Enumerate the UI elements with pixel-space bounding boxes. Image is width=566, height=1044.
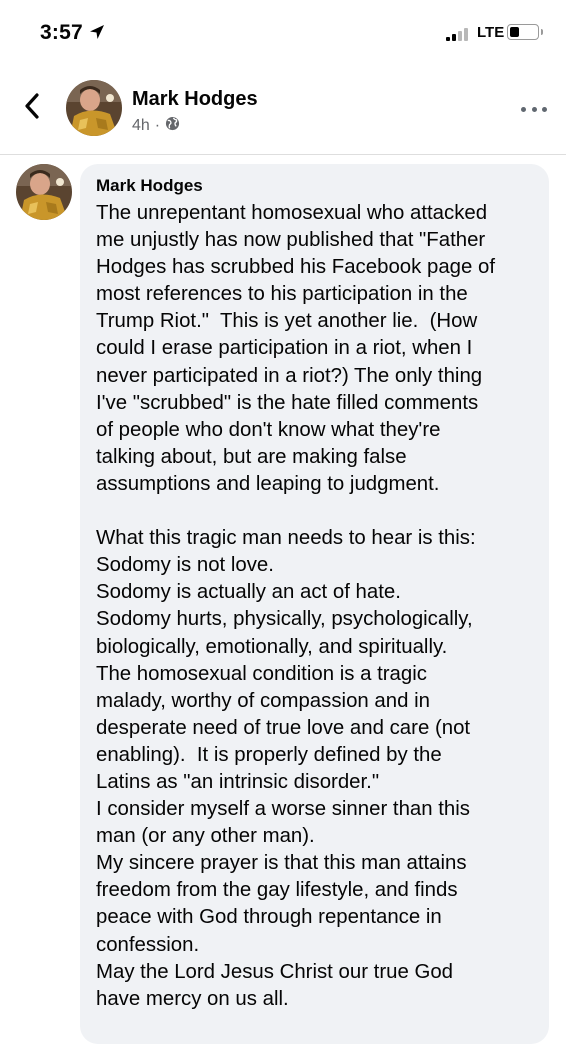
comment-line: most references to his participation in … — [96, 283, 468, 306]
comment-line: Trump Riot." This is yet another lie. (H… — [96, 310, 478, 333]
comment-line: confession. — [96, 933, 200, 956]
battery-icon — [507, 24, 543, 40]
globe-icon — [165, 116, 180, 136]
network-type: LTE — [477, 24, 505, 41]
post-meta: 4h · — [132, 116, 180, 136]
location-arrow-icon — [89, 24, 105, 45]
meta-separator: · — [154, 117, 161, 134]
status-bar: 3:57 LTE — [0, 0, 566, 62]
back-button[interactable] — [20, 92, 44, 124]
comment-line: Latins as "an intrinsic disorder." — [96, 770, 380, 793]
comment-line: Hodges has scrubbed his Facebook page of — [96, 256, 496, 279]
comment-line: My sincere prayer is that this man attai… — [96, 852, 467, 875]
comment-line: May the Lord Jesus Christ our true God — [96, 960, 453, 983]
comment-line: enabling). It is properly defined by the — [96, 743, 442, 766]
comment-text: The unrepentant homosexual who attacked m… — [96, 200, 541, 1013]
comment-line: assumptions and leaping to judgment. — [96, 472, 440, 495]
time-ago[interactable]: 4h — [132, 117, 150, 135]
more-options-button[interactable] — [521, 104, 547, 114]
comment-line: desperate need of true love and care (no… — [96, 716, 471, 739]
post-header: Mark Hodges 4h · — [0, 62, 566, 155]
comment-line: man (or any other man). — [96, 825, 315, 848]
comment-line: I consider myself a worse sinner than th… — [96, 798, 470, 821]
comment-line: malady, worthy of compassion and in — [96, 689, 430, 712]
comment-line: me unjustly has now published that "Fath… — [96, 229, 486, 252]
signal-icon — [446, 27, 476, 41]
comment-line: have mercy on us all. — [96, 987, 289, 1010]
comment-line: talking about, but are making false — [96, 445, 407, 468]
comment-line: The unrepentant homosexual who attacked — [96, 202, 488, 224]
comment-line: never participated in a riot?) The only … — [96, 364, 483, 387]
chevron-left-icon — [24, 92, 40, 124]
status-time: 3:57 — [40, 21, 83, 44]
comment-line — [96, 498, 541, 525]
comment-line: The homosexual condition is a tragic — [96, 662, 427, 685]
comment-bubble[interactable]: Mark Hodges The unrepentant homosexual w… — [80, 164, 549, 1044]
comment-line: peace with God through repentance in — [96, 906, 442, 929]
comment-line: of people who don't know what they're — [96, 418, 441, 441]
comment-line: Sodomy hurts, physically, psychologicall… — [96, 608, 473, 631]
comment-line: could I erase participation in a riot, w… — [96, 337, 473, 360]
comment-line: biologically, emotionally, and spiritual… — [96, 635, 448, 658]
more-horizontal-icon — [521, 106, 547, 112]
avatar[interactable] — [66, 80, 122, 136]
comment-author[interactable]: Mark Hodges — [96, 176, 203, 196]
comment-line: freedom from the gay lifestyle, and find… — [96, 879, 458, 902]
comment-line: Sodomy is not love. — [96, 554, 274, 577]
header-name[interactable]: Mark Hodges — [132, 88, 258, 111]
comment-line: What this tragic man needs to hear is th… — [96, 527, 476, 550]
comment-line: I've "scrubbed" is the hate filled comme… — [96, 391, 479, 414]
comment-line: Sodomy is actually an act of hate. — [96, 581, 401, 604]
comment-avatar[interactable] — [16, 164, 72, 220]
